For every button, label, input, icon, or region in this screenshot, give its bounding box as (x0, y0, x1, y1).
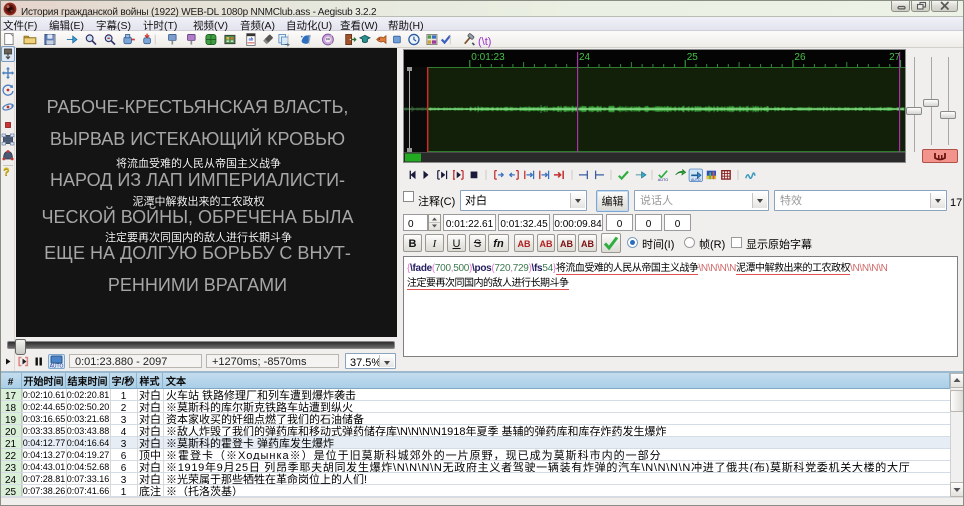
svg-text:AUTO: AUTO (658, 178, 668, 183)
svg-text:AUTO: AUTO (50, 364, 64, 369)
svg-text:AUTO: AUTO (691, 178, 701, 183)
